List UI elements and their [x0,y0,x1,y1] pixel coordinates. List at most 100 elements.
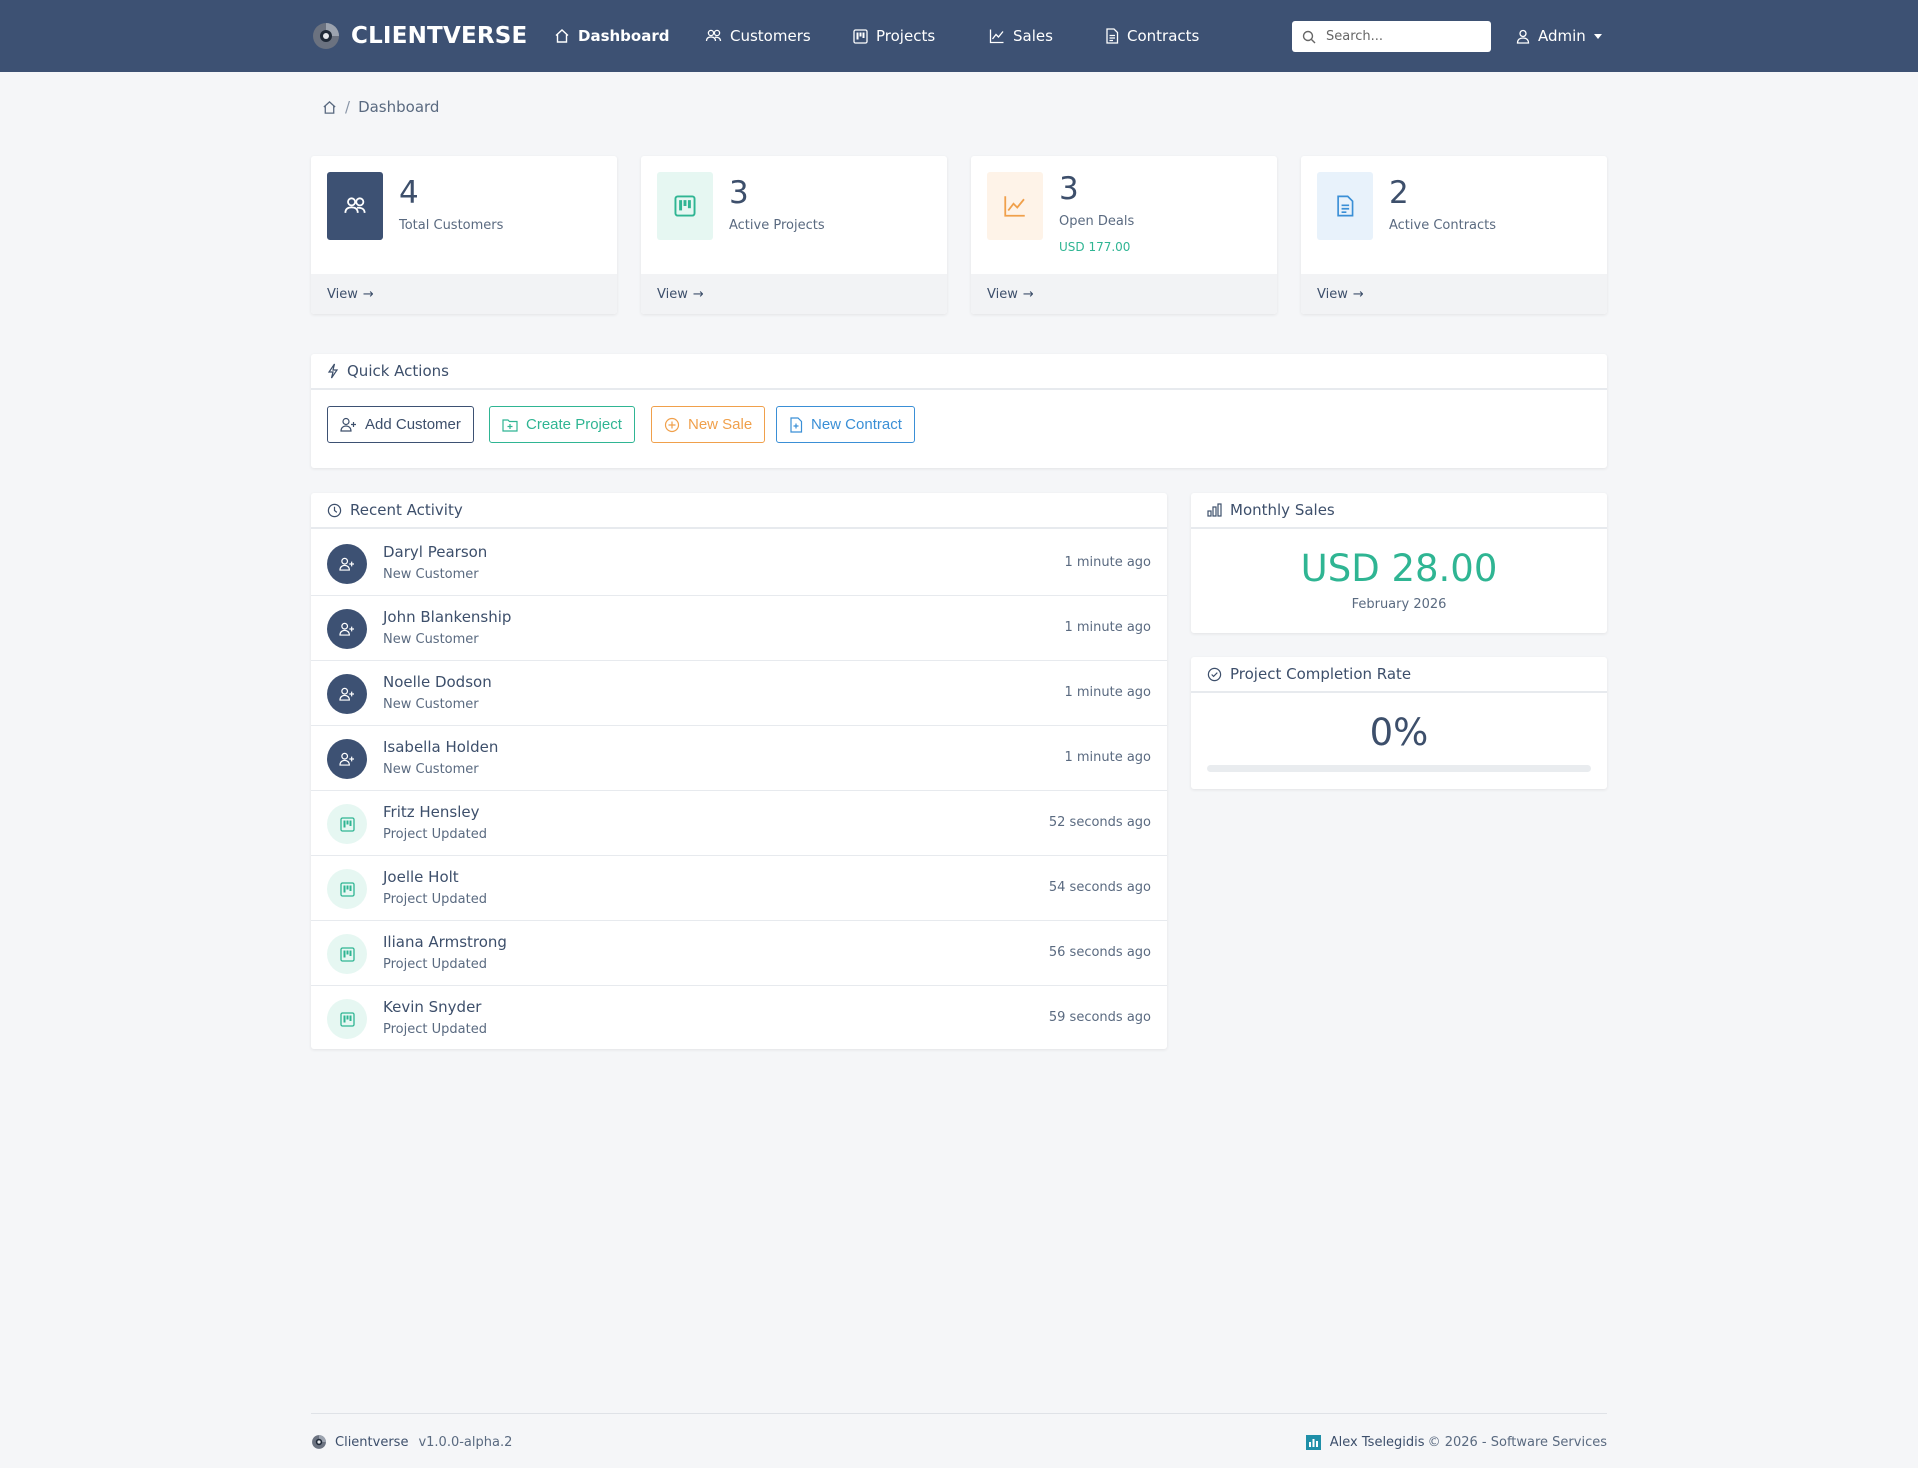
company-logo-icon [1305,1434,1321,1450]
activity-type: New Customer [383,632,479,647]
new-contract-label: New Contract [811,416,902,433]
stat-label: Total Customers [399,218,504,233]
search-box[interactable] [1292,21,1491,52]
create-project-button[interactable]: Create Project [489,406,635,443]
document-icon [1337,195,1354,217]
quick-actions-header: Quick Actions [311,354,1607,390]
activity-item[interactable]: John Blankenship New Customer 1 minute a… [311,596,1167,661]
user-plus-icon [339,622,354,636]
monthly-sales-title: Monthly Sales [1230,501,1335,519]
project-completion-title: Project Completion Rate [1230,665,1412,683]
stat-label: Open Deals [1059,214,1135,229]
nav-dashboard-label: Dashboard [578,27,670,45]
kanban-icon [339,816,355,832]
nav-projects[interactable]: Projects [853,25,935,47]
activity-time: 52 seconds ago [1048,815,1151,830]
activity-type: New Customer [383,762,479,777]
footer-credits: Alex Tselegidis © 2026 - Software Servic… [1305,1432,1607,1452]
activity-avatar [327,869,367,909]
activity-type: Project Updated [383,1022,487,1037]
activity-avatar [327,609,367,649]
arrow-right-icon: → [1352,286,1364,302]
stat-view-link[interactable]: View → [1301,274,1607,314]
recent-activity-panel: Recent Activity Daryl Pearson New Custom… [311,493,1167,1049]
clock-icon [327,503,342,517]
stat-icon-box [657,172,713,240]
activity-item[interactable]: Noelle Dodson New Customer 1 minute ago [311,661,1167,726]
kanban-icon [339,946,355,962]
view-link-label: View [327,286,358,302]
stat-value: 2 [1389,175,1409,211]
activity-type: New Customer [383,697,479,712]
brand-name: CLIENTVERSE [351,23,528,49]
file-plus-icon [790,416,803,433]
breadcrumb: / Dashboard [322,96,439,118]
activity-type: Project Updated [383,892,487,907]
monthly-sales-panel: Monthly Sales USD 28.00 February 2026 [1191,493,1607,633]
footer-version: v1.0.0-alpha.2 [418,1434,513,1450]
users-icon [344,197,366,213]
stat-view-link[interactable]: View → [641,274,947,314]
recent-activity-header: Recent Activity [311,493,1167,529]
kanban-icon [853,28,868,44]
view-link-label: View [1317,286,1348,302]
search-icon [1302,30,1316,43]
activity-item[interactable]: Fritz Hensley Project Updated 52 seconds… [311,791,1167,856]
nav-sales-label: Sales [1013,27,1053,45]
stat-view-link[interactable]: View → [311,274,617,314]
activity-item[interactable]: Kevin Snyder Project Updated 59 seconds … [311,986,1167,1049]
activity-avatar [327,739,367,779]
activity-name: Iliana Armstrong [383,933,507,951]
activity-name: Kevin Snyder [383,998,482,1016]
activity-item[interactable]: Daryl Pearson New Customer 1 minute ago [311,531,1167,596]
activity-item[interactable]: Isabella Holden New Customer 1 minute ag… [311,726,1167,791]
user-plus-icon [339,557,354,571]
completion-progress-bar [1207,765,1591,772]
add-customer-label: Add Customer [365,416,461,433]
folder-plus-icon [502,418,518,432]
stat-view-link[interactable]: View → [971,274,1277,314]
nav-customers[interactable]: Customers [705,25,811,47]
footer-app-name: Clientverse [335,1434,409,1450]
chevron-down-icon [1593,33,1602,39]
activity-item[interactable]: Iliana Armstrong Project Updated 56 seco… [311,921,1167,986]
bar-chart-icon [1207,503,1222,517]
user-icon [1516,29,1530,44]
create-project-label: Create Project [526,416,622,433]
lightning-icon [327,363,339,379]
home-icon[interactable] [322,100,337,115]
footer-author[interactable]: Alex Tselegidis [1330,1435,1425,1450]
arrow-right-icon: → [692,286,704,302]
activity-time: 1 minute ago [1064,620,1151,635]
document-icon [1106,28,1119,44]
stat-label: Active Contracts [1389,218,1497,233]
user-menu[interactable]: Admin [1516,25,1602,47]
search-input[interactable] [1326,29,1476,44]
add-customer-button[interactable]: Add Customer [327,406,474,443]
brand[interactable]: CLIENTVERSE [311,20,527,52]
nav-dashboard[interactable]: Dashboard [554,25,669,47]
kanban-icon [339,881,355,897]
activity-name: Joelle Holt [383,868,459,886]
activity-type: Project Updated [383,827,487,842]
check-circle-icon [1207,667,1222,681]
breadcrumb-separator: / [345,98,351,116]
monthly-sales-value: USD 28.00 [1300,547,1498,590]
activity-name: Daryl Pearson [383,543,488,561]
stat-card-projects: 3 Active Projects View → [641,156,947,314]
nav-contracts[interactable]: Contracts [1105,25,1199,47]
user-menu-label: Admin [1538,27,1586,45]
arrow-right-icon: → [362,286,374,302]
new-sale-label: New Sale [688,416,753,433]
stat-card-contracts: 2 Active Contracts View → [1301,156,1607,314]
activity-item[interactable]: Joelle Holt Project Updated 54 seconds a… [311,856,1167,921]
footer-app-info: Clientverse v1.0.0-alpha.2 [311,1432,512,1452]
footer-copyright: © 2026 - Software Services [1427,1434,1607,1450]
activity-avatar [327,544,367,584]
stat-icon-box [327,172,383,240]
nav-projects-label: Projects [876,27,936,45]
nav-sales[interactable]: Sales [989,25,1053,47]
home-icon [555,29,569,43]
new-contract-button[interactable]: New Contract [776,406,915,443]
new-sale-button[interactable]: New Sale [651,406,766,443]
